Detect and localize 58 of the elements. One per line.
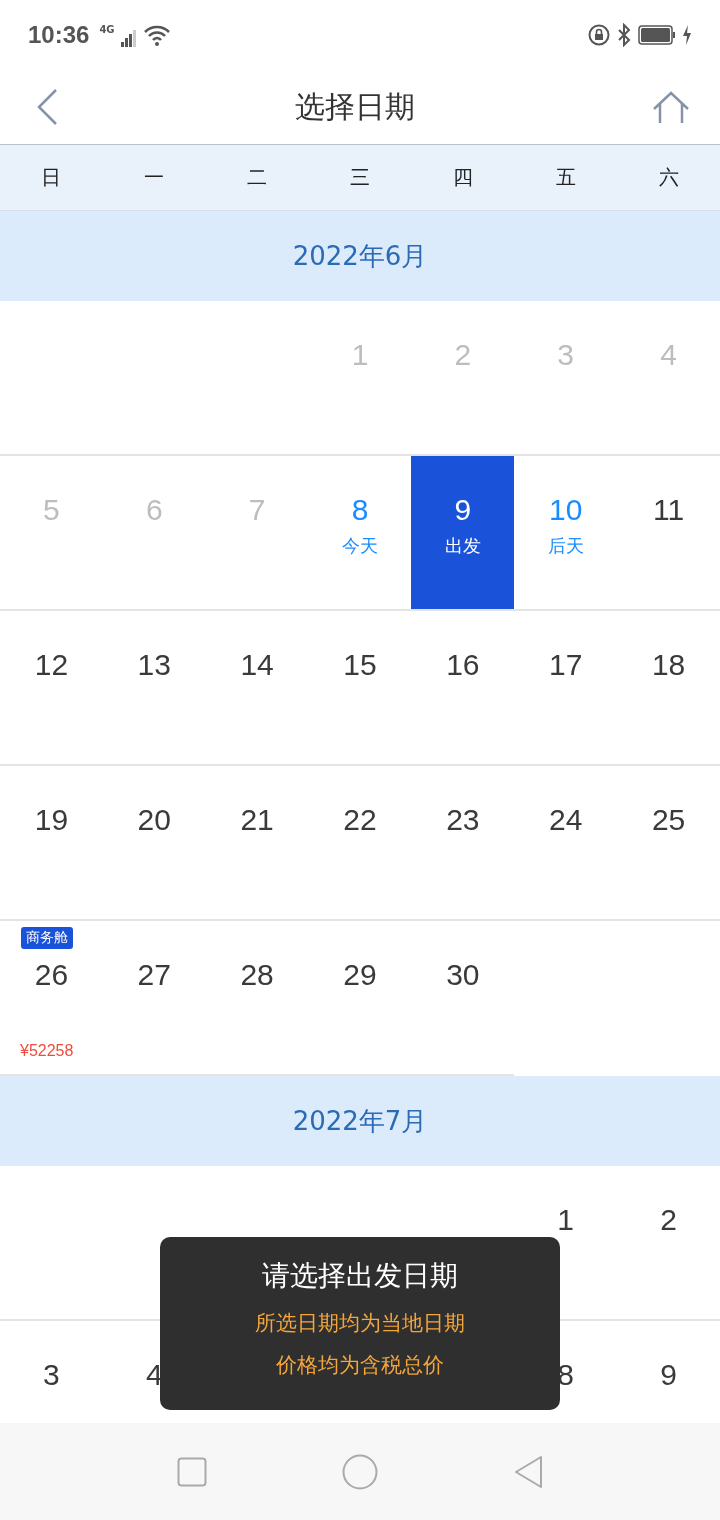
- day-number[interactable]: 30: [446, 957, 480, 993]
- day-note: 出发: [444, 534, 481, 558]
- wifi-icon: [142, 24, 171, 46]
- weekday-label: 三: [350, 164, 370, 191]
- status-time: 10:36: [28, 21, 90, 49]
- day-number[interactable]: 20: [137, 802, 171, 838]
- weekday-label: 二: [247, 164, 268, 191]
- home-button-icon[interactable]: [342, 1453, 378, 1490]
- toast-text: 所选日期均为当地日期: [255, 1310, 465, 1337]
- day-number[interactable]: 25: [651, 802, 686, 838]
- rotation-lock-icon: [588, 24, 610, 46]
- selected-day[interactable]: 9 出发: [411, 456, 515, 611]
- day-number[interactable]: 2: [660, 1202, 677, 1238]
- day-number[interactable]: 13: [137, 647, 171, 683]
- weekday-label: 日: [41, 164, 62, 191]
- day-number[interactable]: 29: [343, 957, 377, 993]
- month-title: 2022年6月: [292, 239, 428, 273]
- day-number[interactable]: 26: [34, 957, 69, 993]
- day-number[interactable]: 27: [137, 957, 171, 993]
- day-number[interactable]: 23: [446, 802, 480, 838]
- cabin-badge: 商务舱: [21, 927, 73, 949]
- day-number[interactable]: 24: [549, 802, 583, 838]
- day-number[interactable]: 4: [145, 1357, 163, 1393]
- weekday-label: 六: [658, 164, 679, 191]
- recent-apps-icon[interactable]: [177, 1456, 208, 1487]
- day-number[interactable]: 19: [34, 802, 69, 838]
- day-number[interactable]: 17: [549, 647, 583, 683]
- weekday-label: 四: [452, 164, 473, 191]
- day-number[interactable]: 11: [653, 492, 685, 528]
- network-type: 4G: [99, 24, 115, 35]
- day-price: ¥52258: [20, 1042, 74, 1060]
- month-title: 2022年7月: [292, 1104, 428, 1138]
- toast-title: 请选择出发日期: [262, 1258, 458, 1294]
- back-icon[interactable]: [36, 88, 58, 126]
- day-number[interactable]: 18: [651, 647, 686, 683]
- bluetooth-icon: [616, 23, 632, 47]
- day-number[interactable]: 9: [660, 1357, 677, 1393]
- day-number[interactable]: 21: [240, 802, 274, 838]
- day-number[interactable]: 15: [343, 647, 377, 683]
- weekday-label: 五: [555, 164, 576, 191]
- day-note: 今天: [342, 534, 378, 558]
- day-number[interactable]: 14: [240, 647, 274, 683]
- day-note: 后天: [547, 534, 584, 558]
- battery-icon: [638, 25, 676, 45]
- back-button-icon[interactable]: [512, 1454, 543, 1489]
- weekday-label: 一: [144, 164, 165, 191]
- charging-icon: [682, 25, 692, 45]
- toast-text: 价格均为含税总价: [276, 1352, 444, 1379]
- page-title: 选择日期: [295, 87, 415, 126]
- day-number[interactable]: 22: [343, 802, 377, 838]
- home-icon[interactable]: [652, 91, 690, 123]
- day-number[interactable]: 28: [240, 957, 274, 993]
- day-number[interactable]: 12: [34, 647, 69, 683]
- day-number[interactable]: 1: [557, 1202, 575, 1238]
- day-number[interactable]: 16: [446, 647, 480, 683]
- day-number: 9: [454, 492, 472, 528]
- day-number[interactable]: 3: [43, 1357, 60, 1393]
- signal-icon: [120, 29, 137, 47]
